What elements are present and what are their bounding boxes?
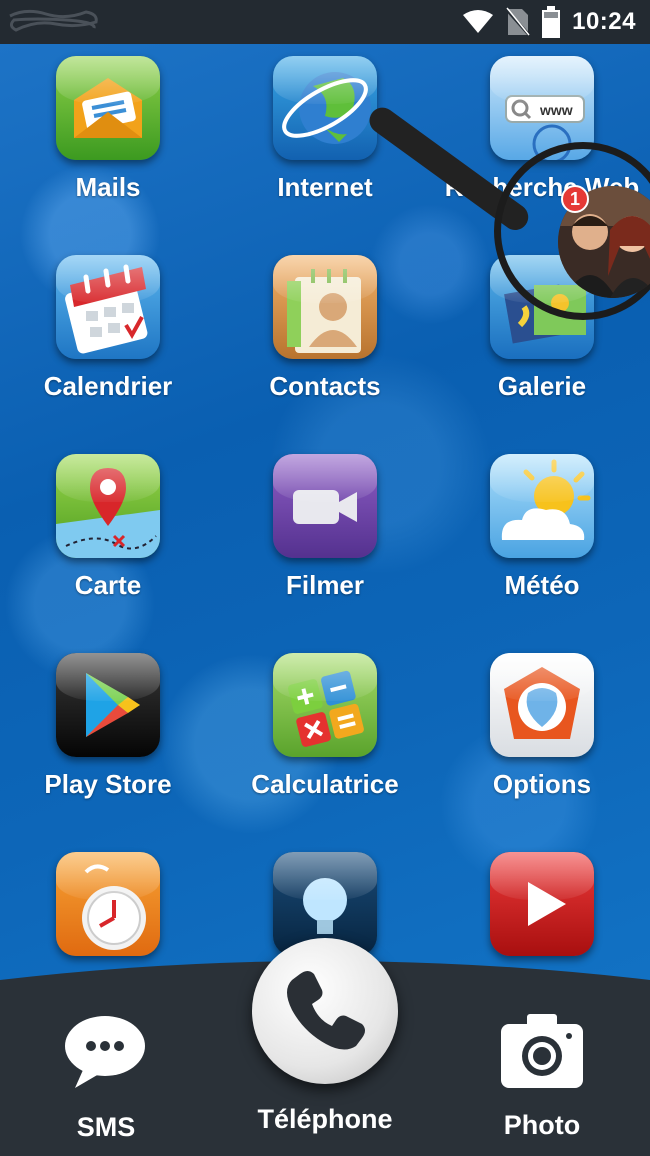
app-options[interactable]: Options: [442, 653, 642, 823]
status-bar: 10:24: [0, 0, 650, 44]
app-contacts[interactable]: Contacts: [225, 255, 425, 425]
app-label: Contacts: [269, 371, 381, 401]
app-calculator[interactable]: Calculatrice: [225, 653, 425, 823]
app-label: Galerie: [497, 371, 587, 401]
app-weather[interactable]: Météo: [442, 454, 642, 624]
app-label: Internet: [277, 172, 373, 202]
app-video[interactable]: Filmer: [225, 454, 425, 624]
app-label: Mails: [75, 172, 141, 202]
app-label: Calendrier: [43, 371, 173, 401]
dock-photo-button[interactable]: Photo: [442, 1010, 642, 1141]
app-label: Options: [492, 769, 592, 799]
calendar-icon: [56, 255, 160, 359]
play-store-icon: [56, 653, 160, 757]
mail-icon: [56, 56, 160, 160]
app-label: Play Store: [44, 769, 172, 799]
carrier-scribble: [9, 9, 98, 32]
camera-icon: [501, 1014, 583, 1088]
weather-icon: [490, 454, 594, 558]
map-icon: [56, 454, 160, 558]
battery-icon: [542, 6, 561, 38]
app-calendar[interactable]: Calendrier: [8, 255, 208, 425]
calculator-icon: [273, 653, 377, 757]
app-label: Météo: [504, 570, 580, 600]
clock: 10:24: [572, 8, 636, 35]
dock-sms-button[interactable]: SMS: [6, 1012, 206, 1143]
dock-phone-button[interactable]: [252, 938, 398, 1084]
app-mails[interactable]: Mails: [8, 56, 208, 226]
alarm-clock-icon: [56, 852, 160, 956]
chat-bubble-icon: [65, 1016, 145, 1088]
dock-phone-label-wrap: Téléphone: [225, 1104, 425, 1135]
app-label: Calculatrice: [251, 769, 399, 799]
phone-handset-icon: [287, 971, 365, 1050]
app-play-store[interactable]: Play Store: [8, 653, 208, 823]
contacts-icon: [273, 255, 377, 359]
globe-icon: [273, 56, 377, 160]
dock-label: SMS: [76, 1112, 136, 1142]
options-icon: [490, 653, 594, 757]
app-label: Filmer: [285, 570, 365, 600]
dock-label: Téléphone: [257, 1104, 393, 1134]
app-label: Carte: [74, 570, 142, 600]
dock-label: Photo: [503, 1110, 581, 1140]
no-sim-icon: [506, 7, 531, 37]
svg-text:www: www: [539, 102, 573, 118]
app-map[interactable]: Carte: [8, 454, 208, 624]
wifi-icon: [463, 10, 494, 33]
notification-badge: 1: [561, 185, 589, 213]
youtube-play-icon: [490, 852, 594, 956]
video-camera-icon: [273, 454, 377, 558]
